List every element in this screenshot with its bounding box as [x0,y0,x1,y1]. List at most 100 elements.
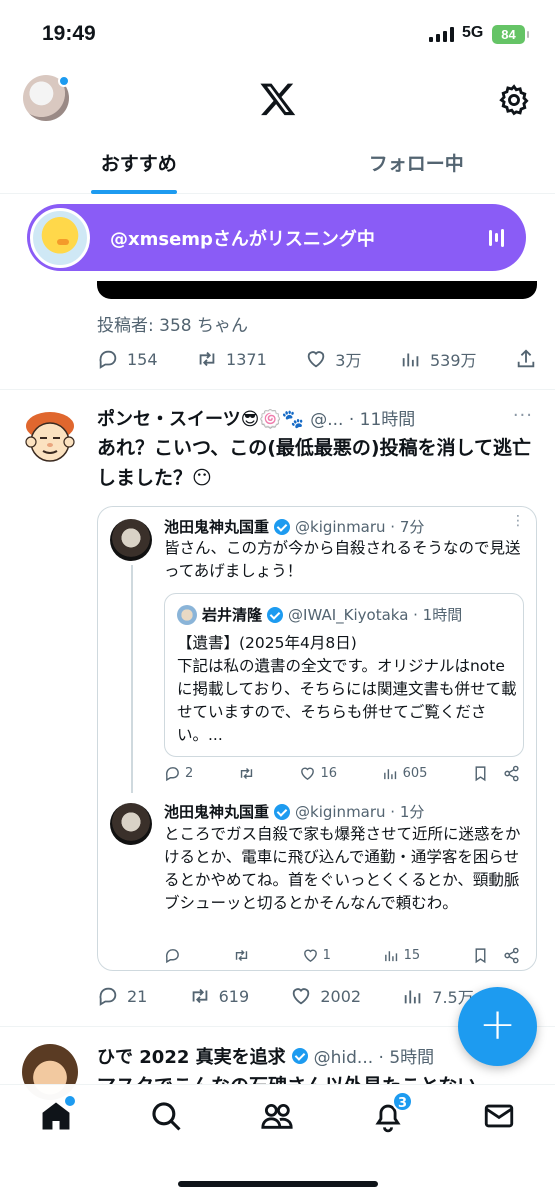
share-nodes-icon[interactable] [503,765,520,782]
bottom-navigation: 3 [0,1084,555,1200]
share-nodes-icon[interactable] [503,947,520,964]
spaces-listening-pill[interactable]: @xmsempさんがリスニング中 [27,204,526,271]
signal-icon [429,27,454,42]
views-chart-icon [384,951,397,962]
repost-button[interactable]: 619 [189,985,249,1007]
reply2-like-button[interactable]: 1 [302,947,331,964]
repost-icon [240,768,253,779]
kiginmaru-avatar[interactable] [110,519,152,561]
quote-views-button[interactable]: 605 [382,765,428,782]
reply-icon [99,350,117,369]
verified-badge-icon [291,1048,308,1064]
post-header: ポンセ・スイーツ😎🍥🐾 @... · 11時間 [97,405,415,431]
views-chart-icon [402,353,419,367]
repost-icon [199,351,215,367]
reply2-bookmark-share [472,947,520,964]
quoted-thread[interactable]: 池田鬼神丸国重 @kiginmaru · 7分 ⋮ 皆さん、この方が今から自殺さ… [97,506,537,971]
ponse-avatar[interactable] [22,409,78,465]
verified-badge-icon [267,606,284,623]
repost-button[interactable]: 1371 [196,348,267,370]
communities-icon [261,1103,293,1129]
quote-handle-time[interactable]: @kiginmaru · 7分 [295,516,424,537]
battery-icon: 84 [492,25,529,44]
status-time: 19:49 [42,22,96,45]
post-divider [0,389,555,390]
post-text: あれ？こいつ、この(最低最悪の)投稿を消して逃亡しました？😶 [97,437,532,489]
profile-avatar[interactable] [23,75,70,121]
quote-author-name[interactable]: 池田鬼神丸国重 [164,516,269,537]
reply-count: 154 [127,349,158,369]
reply2-repost-button[interactable] [233,947,250,964]
home-new-dot [65,1096,75,1106]
tab-following[interactable]: フォロー中 [278,136,555,194]
inner-quoted-post[interactable]: 岩井清隆 @IWAI_Kiyotaka · 1時間 【遺書】(2025年4月8日… [164,593,524,757]
nav-messages[interactable] [482,1099,516,1133]
x-logo-icon[interactable] [258,80,298,118]
quote-reply-count: 2 [185,766,194,781]
views-button[interactable]: 539万 [400,347,477,371]
post2-handle-time[interactable]: @hid... · 5時間 [314,1043,435,1068]
verified-badge-icon [274,518,291,535]
inner-handle-time: @IWAI_Kiyotaka · 1時間 [288,606,463,624]
reply2-views-button[interactable]: 15 [383,947,421,964]
reply-handle-time[interactable]: @kiginmaru · 1分 [295,801,424,822]
quote-like-button[interactable]: 16 [299,765,337,782]
settings-gear-icon[interactable] [497,83,531,117]
reply2-views-count: 15 [403,948,421,963]
like-button[interactable]: 3万 [305,347,361,371]
repost-icon [235,950,247,961]
reply-author-name[interactable]: 池田鬼神丸国重 [164,801,269,822]
heart-icon [303,949,317,963]
inner-quote-header: 岩井清隆 @IWAI_Kiyotaka · 1時間 [177,604,462,625]
bookmark-icon[interactable] [472,765,489,782]
quote-reply-button[interactable]: 2 [164,765,193,782]
quote-more-icon[interactable]: ⋮ [511,513,526,529]
status-bar: 19:49 5G 84 [0,0,555,70]
post2-text: マスクでこんなの石碑さん以外見たことない [97,1071,537,1084]
inner-quote-text: 【遺書】(2025年4月8日) 下記は私の遺書の全文です。オリジナルはnoteに… [177,634,517,744]
quote-bookmark-share [472,765,520,782]
reply-count: 21 [127,986,148,1006]
active-tab-indicator [91,190,177,194]
views-button[interactable]: 7.5万 [402,984,474,1008]
verified-badge-icon [274,803,291,820]
nav-home[interactable] [39,1096,75,1133]
nav-communities[interactable] [260,1099,294,1133]
top-header: おすすめ フォロー中 [0,70,555,194]
reply2-like-count: 1 [322,948,331,963]
nav-notifications[interactable]: 3 [371,1091,413,1133]
tab-recommended[interactable]: おすすめ [0,136,278,194]
heart-icon [301,767,315,781]
iwai-avatar [177,604,197,625]
like-button[interactable]: 2002 [290,985,361,1007]
more-options-icon[interactable]: ··· [513,405,533,426]
reply-text: ところでガス自殺で家も爆発させて近所に迷惑をかけるとか、電車に飛び込んで通勤・通… [164,825,521,912]
reply-icon [165,949,179,964]
views-chart-icon [383,769,396,780]
kiginmaru-avatar[interactable] [110,803,152,845]
inner-author-name: 岩井清隆 [202,606,263,624]
bookmark-icon[interactable] [472,947,489,964]
reply-button[interactable]: 21 [97,985,147,1007]
reply2-reply-button[interactable] [164,947,181,964]
author-name[interactable]: ポンセ・スイーツ😎🍥🐾 [97,405,304,431]
prev-post-actions: 154 1371 3万 539万 [97,347,537,371]
post2-author-name[interactable]: ひで 2022 真実を追求 [97,1043,286,1069]
previous-post-media[interactable] [97,281,537,299]
reply-button[interactable]: 154 [97,348,158,370]
poster-credit: 投稿者: 358 ちゃん [97,316,248,336]
home-indicator [178,1181,378,1187]
feed-tabs: おすすめ フォロー中 [0,136,555,194]
quote-views-count: 605 [402,766,428,781]
tab-recommended-label: おすすめ [100,153,177,175]
share-button[interactable] [515,348,537,370]
author-handle-time[interactable]: @... · 11時間 [310,405,415,430]
heart-icon [293,988,310,1005]
quote-header: 池田鬼神丸国重 @kiginmaru · 7分 [164,516,424,537]
quote-repost-button[interactable] [238,765,255,782]
audio-wave-icon [489,228,504,248]
nav-search[interactable] [149,1099,183,1133]
compose-post-button[interactable]: + [458,987,537,1066]
views-chart-icon [405,990,421,1004]
quote-actions: 2 16 605 [164,765,520,782]
